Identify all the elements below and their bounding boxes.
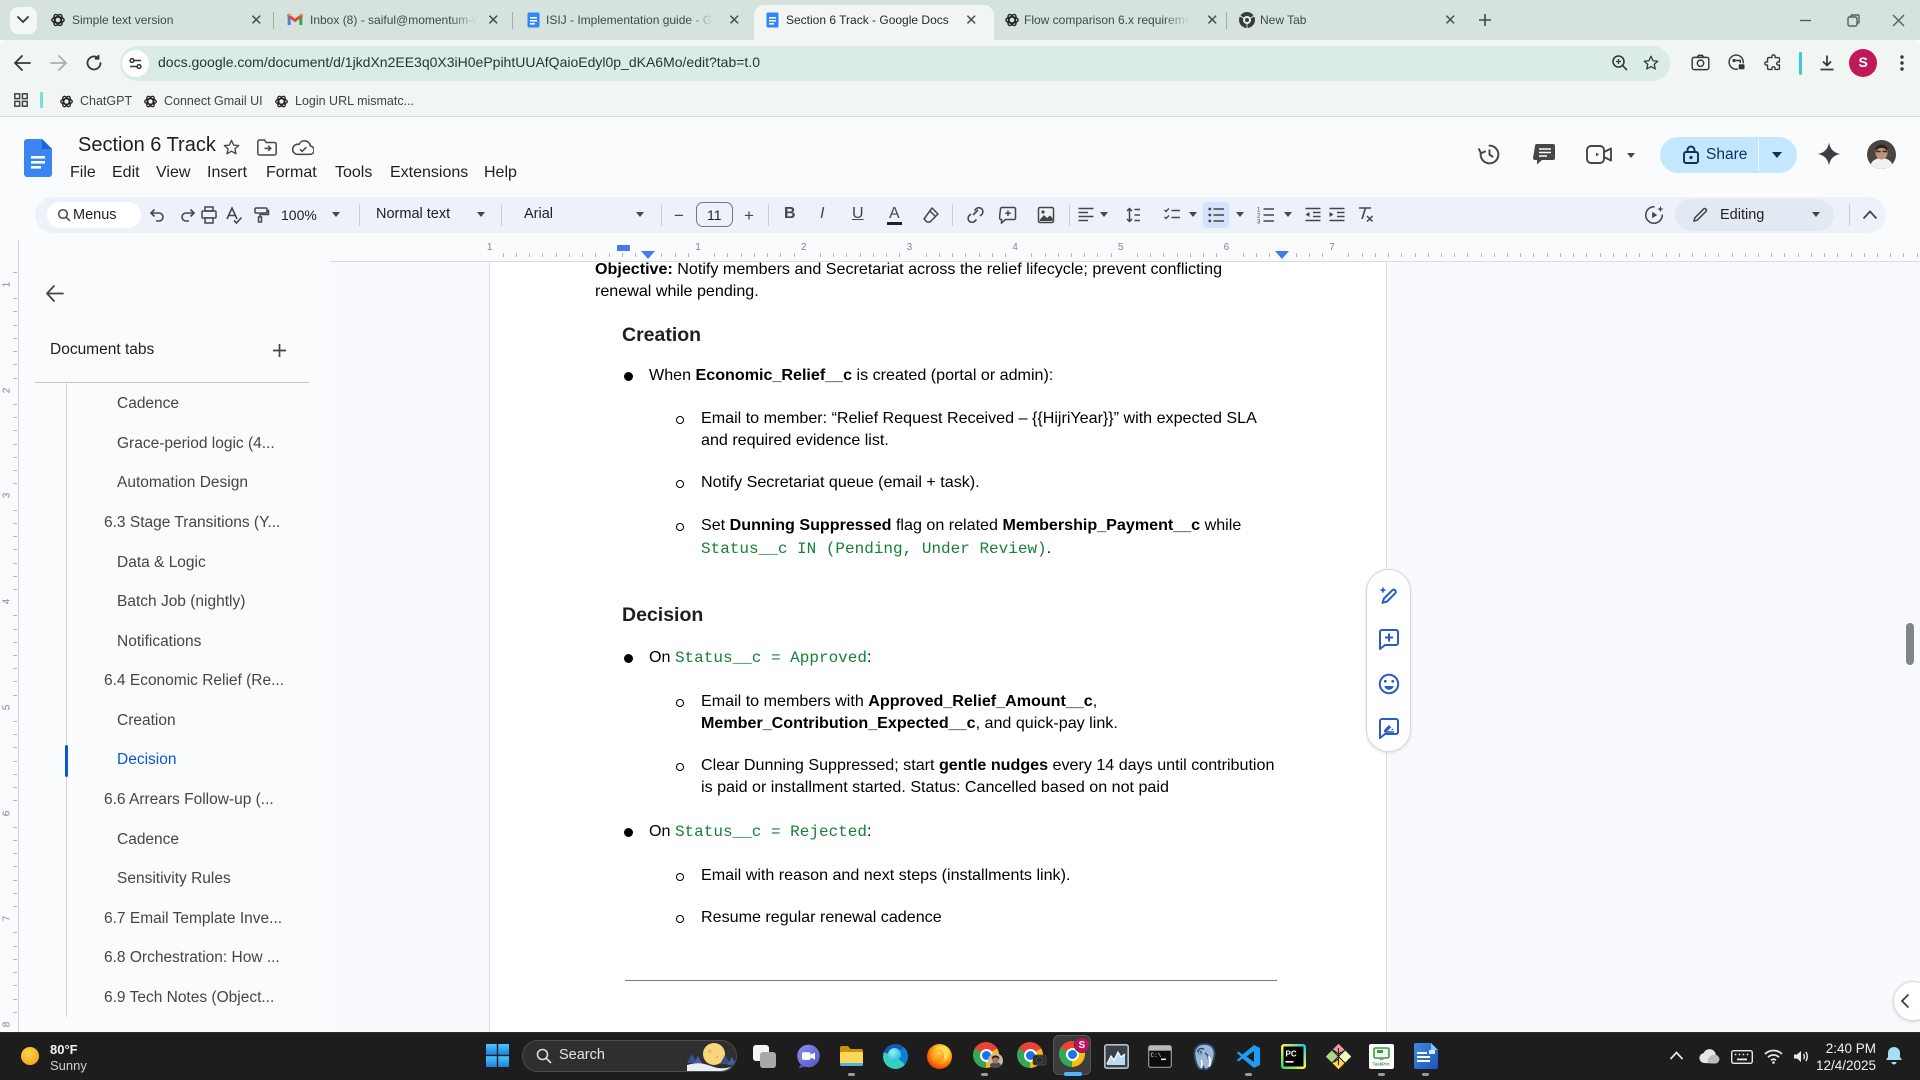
svg-text:TaskPro: TaskPro [1373,1062,1390,1067]
svg-text:C:\: C:\ [1151,1052,1162,1059]
svg-text:3: 3 [1257,220,1261,225]
svg-text:PC: PC [1286,1050,1297,1059]
